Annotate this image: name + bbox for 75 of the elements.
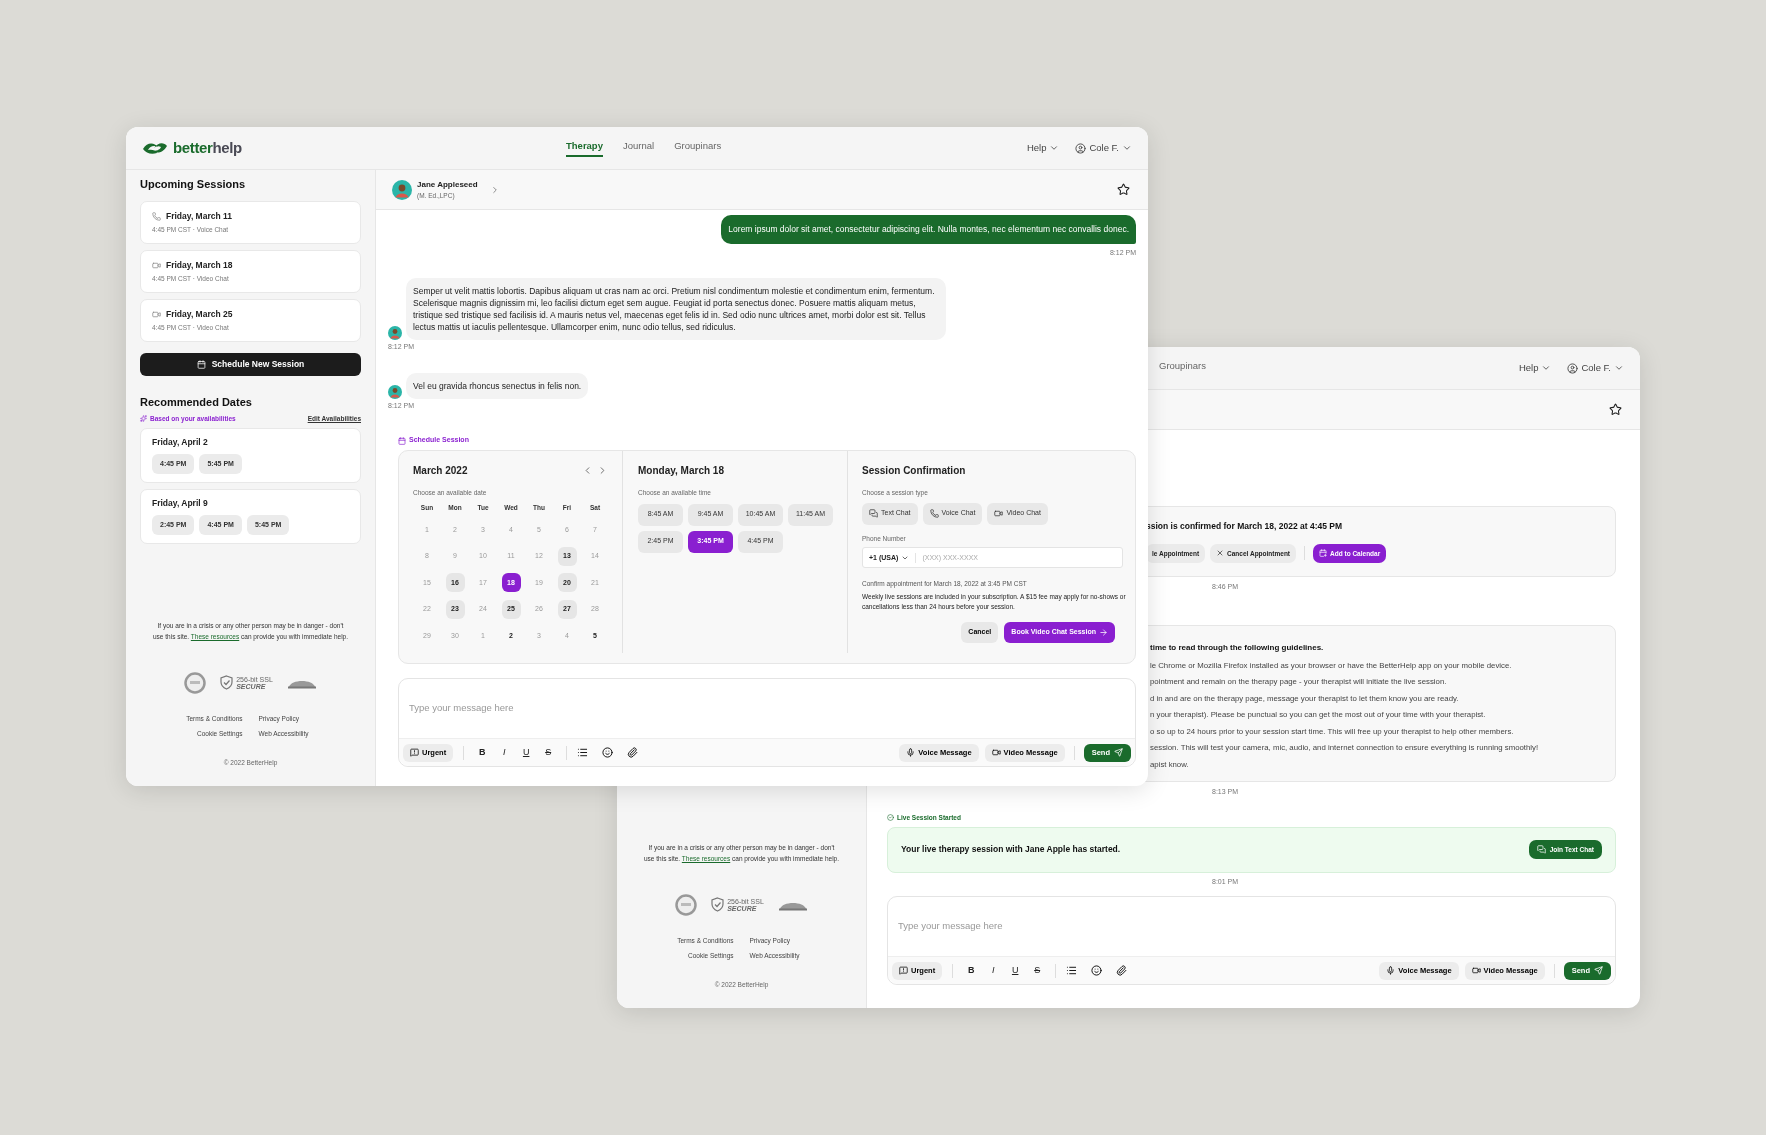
format-button[interactable]: S xyxy=(540,745,557,760)
sent-message: Lorem ipsum dolor sit amet, consectetur adipiscing elit. Nulla montes, nec elementum nec convallis donec. xyxy=(721,215,1136,244)
user-menu[interactable]: Cole F. xyxy=(1075,140,1132,156)
session-date: Friday, March 18 xyxy=(166,258,233,272)
seal-badge-icon xyxy=(675,893,698,916)
emoji-icon[interactable] xyxy=(1091,965,1103,976)
help-menu[interactable]: Help xyxy=(1026,140,1060,156)
user-icon xyxy=(1567,362,1579,374)
avatar-icon xyxy=(388,326,402,341)
recommended-date: Friday, April 2 xyxy=(152,436,209,450)
calendar-plus-icon xyxy=(1319,549,1328,558)
paperclip-icon[interactable] xyxy=(1116,965,1128,976)
received-message: Semper ut velit mattis lobortis. Dapibus aliquam ut cras nam ac orci. Pretium nisl condimentum molestie et condimentum enim, fermentum. Scelerisque magnis dignissim mi, leo facilisi dictum eget sem augue. Feugiat id porta senectus donec. Posuere mattis aliquam metus, tristique sed tristique sed facilisis id. A mauris netus vel, maecenas eget felis id in. Sed odio nunc ultrices amet, morbi dolor est sit. Tellus lectus mattis ut iaculis pellentesque. Ullamcorper enim, nunc odio tellus, sed ridiculus. xyxy=(406,278,946,341)
therapist-name: Jane Appleseed xyxy=(417,178,478,191)
guidelines-title: time to read through the following guidelines. xyxy=(1150,641,1325,654)
send-icon xyxy=(1114,748,1123,757)
star-icon[interactable] xyxy=(1117,183,1130,196)
nav-tab[interactable]: Journal xyxy=(622,138,655,158)
video-camera-icon xyxy=(152,260,161,270)
urgent-icon xyxy=(410,748,419,757)
day-title: Monday, March 18 xyxy=(638,463,725,478)
nav-tab[interactable]: Therapy xyxy=(566,138,603,158)
phone-icon xyxy=(152,211,161,221)
phone-icon xyxy=(929,509,939,518)
format-button[interactable]: I xyxy=(496,745,513,760)
emoji-icon[interactable] xyxy=(602,747,614,758)
arrow-right-icon xyxy=(1099,628,1108,637)
chevron-down-icon xyxy=(1122,143,1132,153)
chat-bubbles-icon xyxy=(869,509,878,518)
video-camera-icon xyxy=(991,748,1001,757)
microphone-icon xyxy=(906,748,916,757)
chat-bubbles-icon xyxy=(1536,845,1546,855)
logo-text: betterhelp xyxy=(173,137,242,158)
section-title: Recommended Dates xyxy=(140,394,253,410)
format-button[interactable]: B xyxy=(963,963,980,978)
chevron-down-icon xyxy=(1541,363,1552,373)
close-icon xyxy=(1216,549,1225,558)
received-message: Vel eu gravida rhoncus senectus in felis non. xyxy=(406,372,589,399)
seal-badge-icon xyxy=(184,671,207,694)
session-date: Friday, March 25 xyxy=(166,307,233,321)
star-icon[interactable] xyxy=(1609,403,1622,416)
format-button[interactable]: U xyxy=(1007,963,1024,978)
avatar-icon xyxy=(388,384,402,399)
bullet-list-icon[interactable] xyxy=(1066,965,1078,976)
sparkle-icon xyxy=(140,415,147,423)
nav-tab[interactable]: Groupinars xyxy=(674,138,722,158)
month-title: March 2022 xyxy=(413,463,468,478)
video-camera-icon xyxy=(152,309,161,319)
check-circle-icon xyxy=(887,814,894,822)
paperclip-icon[interactable] xyxy=(627,747,639,758)
calendar-icon xyxy=(196,359,206,369)
format-button[interactable]: B xyxy=(474,745,491,760)
user-icon xyxy=(1075,142,1087,154)
microphone-icon xyxy=(1386,966,1396,975)
format-button[interactable]: U xyxy=(518,745,535,760)
calendar-icon xyxy=(398,436,406,445)
session-date: Friday, March 11 xyxy=(166,209,232,223)
confirmation-title: Session Confirmation xyxy=(862,463,967,478)
video-camera-icon xyxy=(994,509,1004,518)
urgent-icon xyxy=(899,966,908,975)
therapist-avatar-icon xyxy=(392,179,412,200)
schedule-new-session-button[interactable]: Schedule New Session xyxy=(140,352,361,376)
format-button[interactable]: I xyxy=(985,963,1002,978)
bullet-list-icon[interactable] xyxy=(577,747,589,758)
section-title: Upcoming Sessions xyxy=(140,177,247,192)
nav-tab[interactable]: Groupinars xyxy=(1159,358,1206,378)
send-icon xyxy=(1594,966,1603,975)
user-menu[interactable]: Cole F. xyxy=(1567,360,1624,376)
recommended-date: Friday, April 9 xyxy=(152,497,209,511)
format-button[interactable]: S xyxy=(1029,963,1046,978)
chevron-down-icon xyxy=(1614,363,1624,373)
live-session-text: Your live therapy session with Jane Apple has started. xyxy=(901,843,1121,857)
help-menu[interactable]: Help xyxy=(1518,360,1552,376)
chevron-down-icon xyxy=(1049,143,1060,153)
video-camera-icon xyxy=(1471,966,1481,975)
